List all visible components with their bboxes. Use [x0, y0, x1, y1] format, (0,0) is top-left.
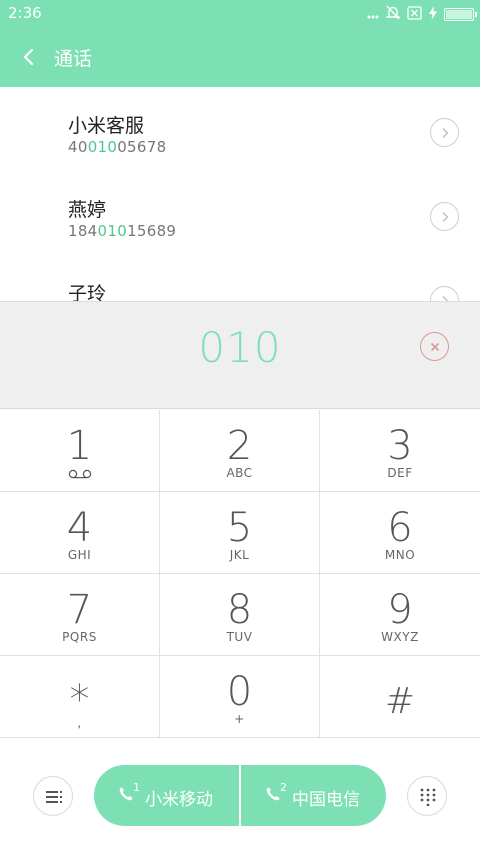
- key-letters: WXYZ: [381, 630, 419, 644]
- key-hash[interactable]: #: [320, 656, 480, 738]
- key-3[interactable]: 3 DEF: [320, 410, 480, 492]
- phone-icon: [119, 787, 133, 801]
- key-letters: GHI: [67, 548, 92, 562]
- status-bar: 2:36: [0, 0, 480, 28]
- number-part: 184: [68, 222, 98, 240]
- call-sim1-button[interactable]: 1 小米移动: [94, 765, 239, 826]
- call-sim2-button[interactable]: 2 中国电信: [241, 765, 386, 826]
- key-digit: 9: [387, 587, 413, 633]
- number-part: 05678: [117, 138, 167, 156]
- phone-icon: [266, 787, 280, 801]
- number-match-highlight: 010: [87, 138, 118, 156]
- key-digit: 2: [226, 423, 253, 469]
- contact-name: 燕婷: [68, 199, 107, 221]
- sim-off-icon: [407, 5, 422, 24]
- call-actions-bar: 1 小米移动 2 中国电信: [0, 738, 480, 853]
- key-letters: JKL: [229, 548, 250, 562]
- key-digit: 7: [66, 587, 93, 633]
- key-7[interactable]: 7 PQRS: [0, 574, 160, 656]
- call-buttons-group: 1 小米移动 2 中国电信: [94, 765, 386, 826]
- key-6[interactable]: 6 MNO: [320, 492, 480, 574]
- sim-index: 1: [133, 781, 140, 794]
- back-button[interactable]: [18, 43, 42, 71]
- contact-detail-button[interactable]: [430, 202, 459, 231]
- key-letters: MNO: [384, 548, 416, 562]
- key-1[interactable]: 1: [0, 410, 160, 492]
- key-letters: TUV: [226, 630, 253, 644]
- contact-detail-button[interactable]: [430, 118, 459, 147]
- contact-detail-button[interactable]: [430, 286, 459, 301]
- contact-results-list[interactable]: 小米客服 4001005678 燕婷 18401015689 子玲: [0, 87, 480, 301]
- dialpad-toggle-button[interactable]: [407, 776, 447, 816]
- contact-row[interactable]: 燕婷 18401015689: [0, 171, 480, 255]
- chevron-right-icon: [442, 128, 449, 138]
- number-part: 40: [68, 138, 88, 156]
- chevron-right-icon: [442, 296, 449, 301]
- status-time: 2:36: [8, 4, 42, 22]
- key-4[interactable]: 4 GHI: [0, 492, 160, 574]
- dial-display: 010: [0, 301, 480, 409]
- number-match-highlight: 010: [97, 222, 128, 240]
- sim-index: 2: [280, 781, 287, 794]
- key-letters: ABC: [226, 466, 253, 480]
- contact-number: 18401015689: [68, 222, 176, 240]
- key-digit: 8: [226, 587, 253, 633]
- key-5[interactable]: 5 JKL: [160, 492, 320, 574]
- status-icons: [367, 5, 477, 24]
- key-digit: #: [384, 681, 416, 722]
- key-digit: 3: [387, 423, 413, 469]
- menu-button[interactable]: [33, 776, 73, 816]
- app-bar: 通话: [0, 28, 480, 87]
- page-title: 通话: [54, 48, 93, 70]
- chevron-right-icon: [442, 212, 449, 222]
- dial-keypad: 1 2 ABC 3 DEF 4 GHI 5 JKL 6 MNO 7 PQRS 8…: [0, 410, 480, 738]
- key-letters: ,: [77, 716, 82, 730]
- carrier-label: 中国电信: [292, 790, 360, 810]
- mute-bell-icon: [385, 5, 401, 24]
- contact-name: 子玲: [68, 283, 107, 301]
- key-digit: 0: [226, 669, 253, 715]
- key-9[interactable]: 9 WXYZ: [320, 574, 480, 656]
- chevron-left-icon: [23, 48, 34, 66]
- contact-row[interactable]: 小米客服 4001005678: [0, 87, 480, 171]
- menu-icon: [46, 791, 62, 803]
- key-digit: 6: [387, 505, 413, 551]
- contact-name: 小米客服: [68, 115, 145, 137]
- dialpad-grid-icon: [420, 788, 436, 806]
- key-letters: +: [234, 712, 245, 726]
- key-letters: DEF: [387, 466, 413, 480]
- battery-icon: [444, 8, 477, 21]
- contact-number: 4001005678: [68, 138, 166, 156]
- dialed-number[interactable]: 010: [0, 323, 480, 372]
- key-star[interactable]: * ,: [0, 656, 160, 738]
- clear-button[interactable]: [420, 332, 449, 361]
- key-digit: 5: [226, 505, 253, 551]
- voicemail-icon: [68, 469, 92, 479]
- number-part: 15689: [127, 222, 177, 240]
- key-8[interactable]: 8 TUV: [160, 574, 320, 656]
- contact-row[interactable]: 子玲: [0, 255, 480, 301]
- header: 2:36 通话: [0, 0, 480, 87]
- key-2[interactable]: 2 ABC: [160, 410, 320, 492]
- more-dots-icon: [367, 7, 379, 23]
- key-digit: 4: [66, 505, 93, 551]
- key-0[interactable]: 0 +: [160, 656, 320, 738]
- key-digit: 1: [66, 423, 93, 469]
- carrier-label: 小米移动: [145, 790, 213, 810]
- key-letters: PQRS: [62, 630, 97, 644]
- clear-circle-icon: [430, 342, 440, 352]
- charging-icon: [429, 5, 437, 24]
